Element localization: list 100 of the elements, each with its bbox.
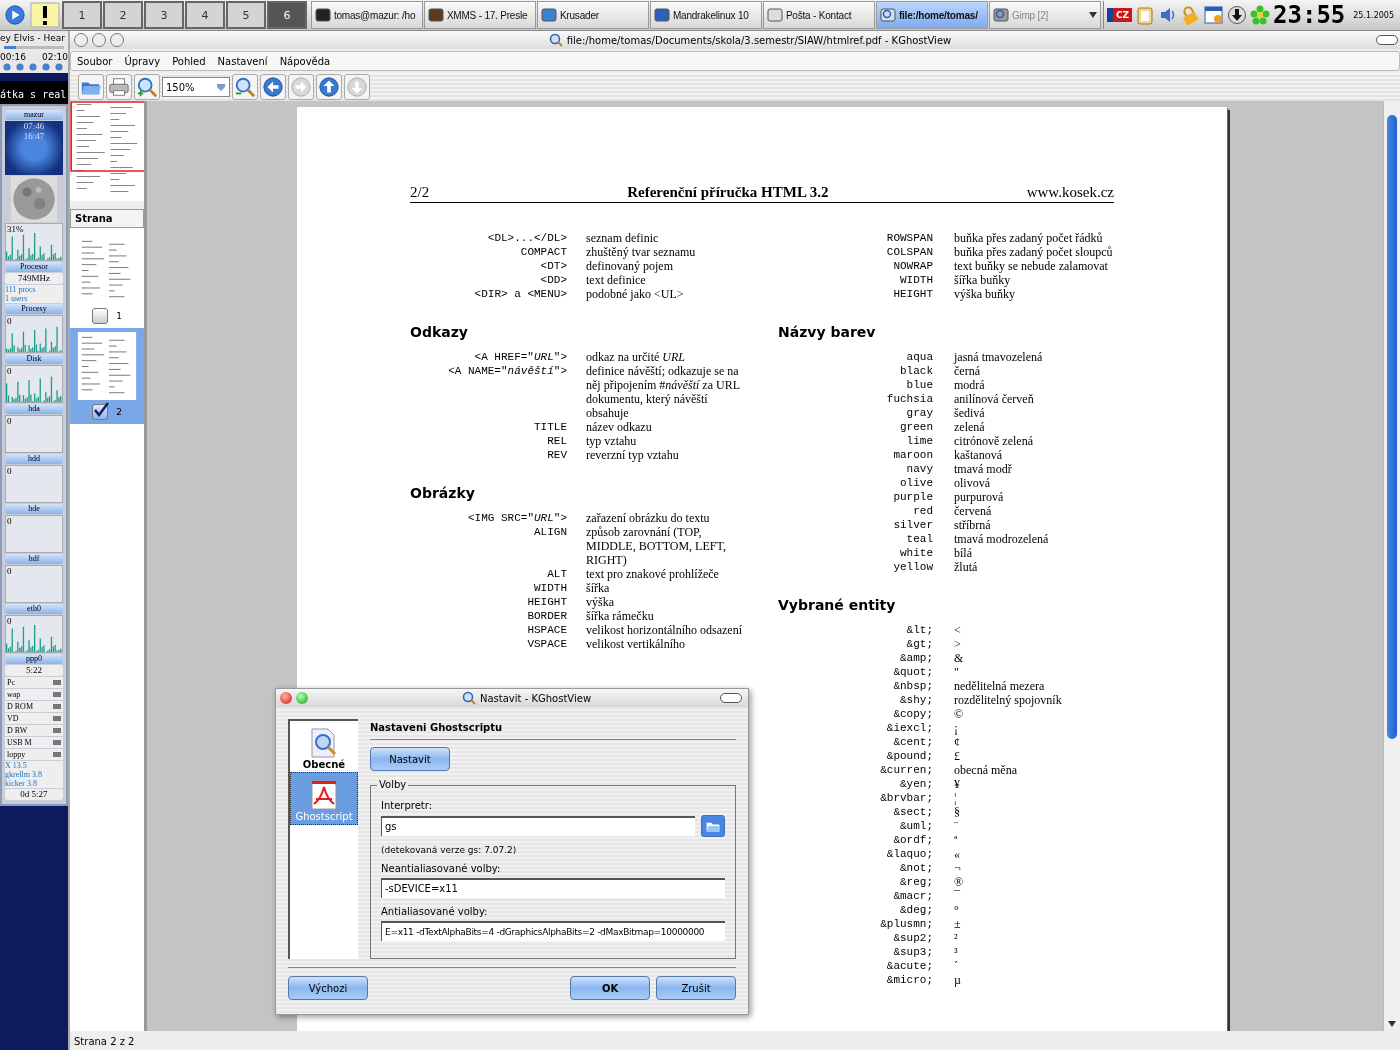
desktop-button[interactable]: 6 <box>266 1 307 29</box>
monitor-header: hde <box>5 504 63 514</box>
tag-name: aqua <box>905 350 933 364</box>
options-field[interactable]: E=x11 -dTextAlphaBits=4 -dGraphicsAlphaBits=2 -dMaxBitmap=10000000 <box>381 921 725 941</box>
task-button[interactable]: Mandrakelinux 10 <box>649 1 762 29</box>
window-button[interactable] <box>74 33 88 47</box>
menu-icon[interactable] <box>4 4 26 26</box>
desktop-button[interactable]: 3 <box>143 1 184 29</box>
task-button[interactable]: file:/home/tomas/ <box>875 1 988 29</box>
tag-name: COMPACT <box>519 245 567 259</box>
graph-value: 31% <box>7 224 24 234</box>
dialog-button[interactable]: Výchozi <box>288 976 368 1000</box>
dropdown-arrow-icon[interactable] <box>216 82 226 92</box>
open-folder-button[interactable] <box>78 74 104 100</box>
desktop-button[interactable]: 1 <box>61 1 102 29</box>
tag-name: gray <box>905 406 933 420</box>
monitor-label: 0d 5:27 <box>5 789 63 800</box>
tag-description: ¨ <box>954 819 959 833</box>
tag-description: < <box>954 623 962 637</box>
shade-button[interactable] <box>1376 35 1398 45</box>
scrollbar-thumb[interactable] <box>1387 115 1397 739</box>
tag-description: velikost vertikálního <box>586 637 686 651</box>
dialog-button[interactable]: OK <box>570 976 650 1000</box>
mount-meter[interactable]: wap <box>5 689 63 700</box>
page-checkbox[interactable] <box>92 308 109 324</box>
tag-name: <DIR> a <MENU> <box>473 287 567 301</box>
tag-description: zhuštěný tvar seznamu <box>586 245 697 259</box>
tag-description: typ vztahu <box>586 434 638 448</box>
page-item[interactable]: 2 <box>70 328 144 424</box>
task-button[interactable]: XMMS - 17. Presle <box>423 1 536 29</box>
tag-name: &laquo; <box>885 847 933 861</box>
activity-bars <box>6 622 62 652</box>
tag-name: &micro; <box>885 973 933 987</box>
tag-description: zařazení obrázku do textu <box>586 511 711 525</box>
window-button[interactable] <box>110 33 124 47</box>
configure-button[interactable]: Nastavit <box>370 747 450 771</box>
desktop-button[interactable]: 4 <box>184 1 225 29</box>
field-label: Interpretr: <box>381 800 434 811</box>
zoom-in-button[interactable] <box>134 74 160 100</box>
page-item[interactable]: 1 <box>70 232 144 328</box>
download-icon[interactable] <box>1227 5 1248 25</box>
tag-name: &brvbar; <box>879 791 933 805</box>
calendar-icon[interactable] <box>1204 5 1225 25</box>
task-button[interactable]: tomas@mazur: /ho <box>310 1 423 29</box>
graph-value: 0 <box>7 516 12 526</box>
seek-track[interactable] <box>4 46 64 49</box>
clipboard-icon[interactable] <box>1135 5 1156 25</box>
back-button[interactable] <box>260 74 286 100</box>
browse-button[interactable] <box>701 815 725 837</box>
keyboard-layout-flag[interactable]: CZ <box>1106 8 1133 22</box>
tag-name: teal <box>905 532 933 546</box>
mount-meter[interactable]: Pc <box>5 677 63 688</box>
tag-description: stříbrná <box>954 518 992 532</box>
interpreter-field[interactable]: gs <box>381 816 695 836</box>
desktop-button[interactable]: 2 <box>102 1 143 29</box>
mount-meter[interactable]: loppy <box>5 749 63 760</box>
up-button[interactable] <box>316 74 342 100</box>
desktop-button[interactable]: 5 <box>225 1 266 29</box>
tag-name: REL <box>546 434 567 448</box>
page-heading: Nastaveni Ghostscriptu <box>370 719 736 740</box>
total-time: 02:10 <box>42 52 68 62</box>
menu-item[interactable]: Pohled <box>172 55 206 67</box>
mount-meter[interactable]: VD <box>5 713 63 724</box>
menu-item[interactable]: Nastavení <box>217 55 268 67</box>
tag-description: šířka <box>586 581 611 595</box>
warning-note-icon[interactable] <box>29 2 60 28</box>
close-button[interactable] <box>280 692 292 704</box>
menu-item[interactable]: Nápověda <box>279 55 331 67</box>
section-item[interactable]: Obecné <box>290 721 358 772</box>
tag-description: µ <box>954 973 962 987</box>
shade-button[interactable] <box>720 693 742 703</box>
tag-description: ² <box>954 931 959 945</box>
tag-name: ALIGN <box>533 525 567 540</box>
zoom-out-button[interactable] <box>232 74 258 100</box>
scrollbar[interactable] <box>1383 101 1400 1031</box>
options-field[interactable]: -sDEVICE=x11 <box>381 878 725 898</box>
window-button[interactable] <box>92 33 106 47</box>
graph-value: 0 <box>7 416 12 426</box>
moon-icon <box>11 176 57 222</box>
task-button[interactable]: Pošta - Kontact <box>762 1 875 29</box>
player-controls-icon[interactable] <box>0 63 66 71</box>
maximize-button[interactable] <box>296 692 308 704</box>
task-button[interactable]: Krusader <box>536 1 649 29</box>
menu-item[interactable]: Soubor <box>77 55 113 67</box>
print-button[interactable] <box>106 74 132 100</box>
menu-item[interactable]: Úpravy <box>124 55 161 67</box>
tag-name: &acute; <box>885 959 933 973</box>
mount-meter[interactable]: USB M <box>5 737 63 748</box>
mount-meter[interactable]: D RW <box>5 725 63 736</box>
tag-description: reverzní typ vztahu <box>586 448 680 462</box>
tag-name: &macr; <box>892 889 933 903</box>
tag-name: <A NAME="návěští"> <box>447 364 567 379</box>
page-checkbox[interactable] <box>92 404 109 420</box>
zoom-combo[interactable]: 150% <box>162 77 230 97</box>
tag-description: ¯ <box>954 889 961 903</box>
tag-name: black <box>899 364 933 378</box>
tag-description: ¬ <box>954 861 962 875</box>
scroll-down-arrow-icon[interactable] <box>1388 1021 1396 1027</box>
dialog-button[interactable]: Zrušit <box>656 976 736 1000</box>
mount-meter[interactable]: D ROM <box>5 701 63 712</box>
